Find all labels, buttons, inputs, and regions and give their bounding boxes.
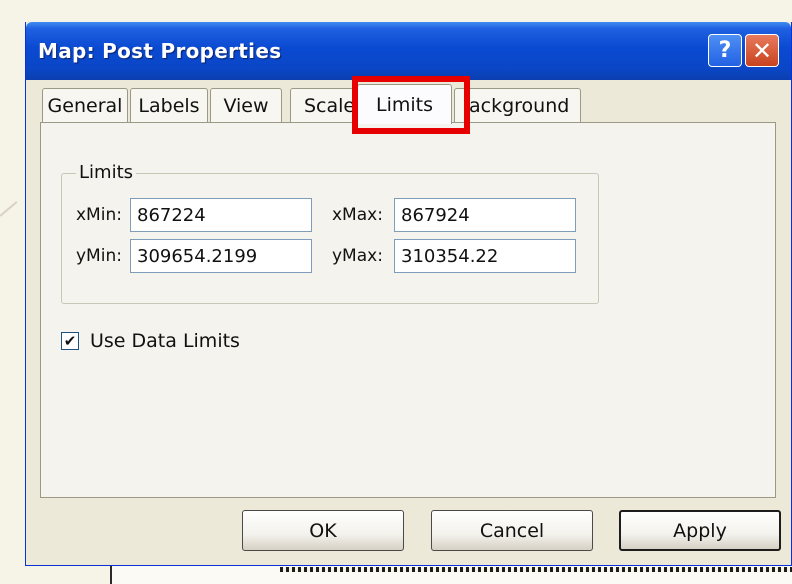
help-button[interactable]: ? [708,34,742,67]
tab-view[interactable]: View [210,88,282,122]
use-data-limits-row[interactable]: ✔ Use Data Limits [61,330,240,352]
tab-general[interactable]: General [42,88,128,122]
background-line [0,201,18,217]
use-data-limits-checkbox[interactable]: ✔ [61,332,79,350]
tab-labels[interactable]: Labels [130,88,208,122]
limits-panel: Limits xMin: xMax: yMin: yMax: ✔ Use Dat… [40,122,776,498]
ymin-field[interactable] [130,239,312,273]
limits-groupbox: Limits xMin: xMax: yMin: yMax: [61,162,599,304]
title-bar[interactable]: Map: Post Properties ? ✕ [26,22,791,80]
use-data-limits-label: Use Data Limits [90,330,240,352]
cancel-button[interactable]: Cancel [431,510,593,551]
apply-button[interactable]: Apply [619,510,781,551]
tab-scale[interactable]: Scale [290,88,354,122]
xmin-label: xMin: [76,205,122,225]
tab-background[interactable]: ackground [454,88,581,122]
xmax-label: xMax: [332,205,383,225]
ymax-field[interactable] [394,239,576,273]
help-icon: ? [718,38,732,63]
xmax-field[interactable] [394,198,576,232]
xmin-field[interactable] [130,198,312,232]
properties-dialog: Map: Post Properties ? ✕ General Labels … [25,22,792,566]
close-button[interactable]: ✕ [745,34,779,67]
close-icon: ✕ [751,36,773,65]
ymin-label: yMin: [76,246,122,266]
background-divider [110,566,112,584]
background-strip [110,566,792,584]
window-title: Map: Post Properties [38,39,282,63]
background-dotted-line [280,567,792,572]
limits-tab-highlight [352,76,470,134]
ymax-label: yMax: [332,246,383,266]
ok-button[interactable]: OK [242,510,404,551]
limits-group-label: Limits [76,162,136,183]
checkmark-icon: ✔ [63,331,77,350]
